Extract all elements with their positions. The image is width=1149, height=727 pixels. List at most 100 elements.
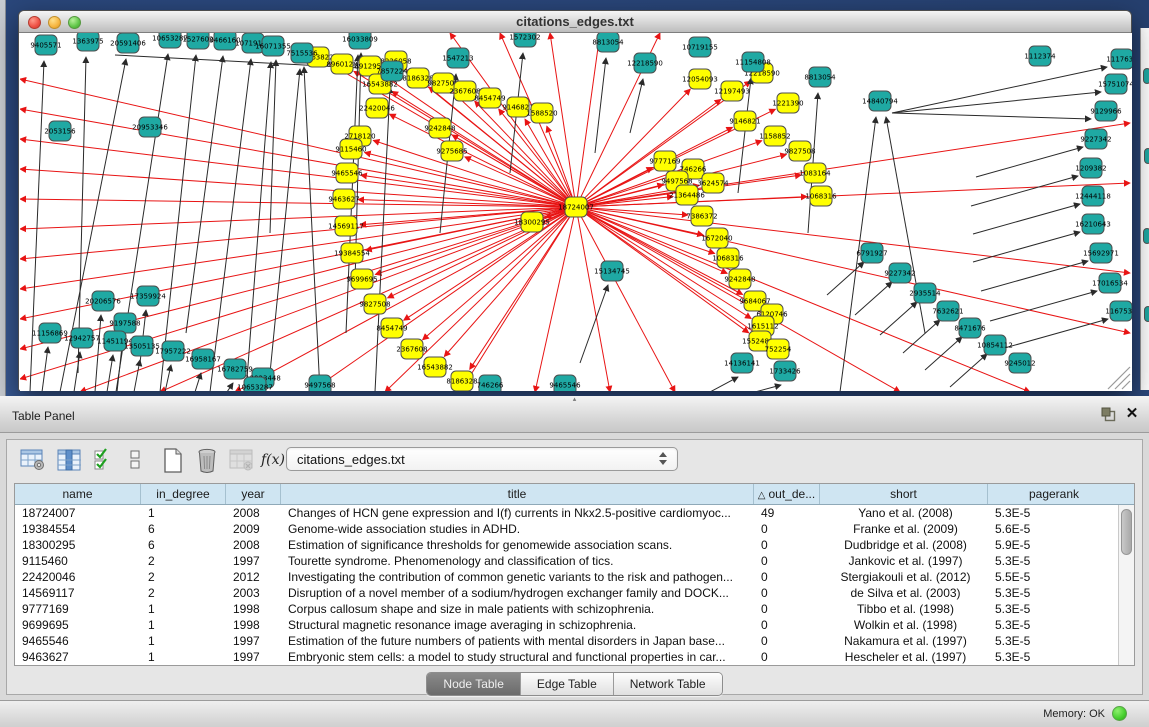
graph-node[interactable]: 20591406 [110, 33, 146, 53]
graph-node[interactable]: 10719155 [682, 37, 718, 57]
graph-node[interactable]: 1221390 [772, 93, 803, 113]
graph-node[interactable]: 14136141 [724, 353, 760, 373]
table-row[interactable]: 1830029562008Estimation of significance … [15, 537, 1118, 553]
graph-node[interactable]: 1363975 [72, 33, 103, 51]
graph-node[interactable]: 7386372 [686, 206, 717, 226]
graph-node[interactable]: 9115460 [335, 139, 366, 159]
graph-node[interactable]: 1112374 [1024, 46, 1056, 66]
select-columns-button[interactable] [88, 446, 118, 474]
graph-node[interactable]: 9227342 [884, 263, 915, 283]
graph-node[interactable]: 16210643 [1075, 214, 1111, 234]
show-columns-button[interactable] [54, 446, 84, 474]
column-header-year[interactable]: year [226, 484, 281, 504]
graph-node[interactable]: 746266 [477, 375, 504, 391]
column-header-title[interactable]: title [281, 484, 754, 504]
panel-splitter-grip[interactable]: ▴ [570, 397, 579, 402]
graph-node[interactable]: 9242848 [724, 269, 755, 289]
graph-node[interactable]: 1068316 [805, 186, 837, 206]
graph-node[interactable]: 9827508 [784, 141, 815, 161]
column-header-short[interactable]: short [820, 484, 988, 504]
float-panel-icon[interactable] [1101, 407, 1116, 422]
graph-node[interactable]: 16543882 [417, 357, 453, 377]
table-panel-header[interactable]: ▴ Table Panel ✕ [0, 396, 1149, 433]
graph-node[interactable]: 9465546 [549, 375, 581, 391]
graph-node[interactable]: 1547213 [442, 48, 473, 68]
create-column-button[interactable] [158, 446, 188, 474]
graph-node[interactable]: 15134745 [594, 261, 630, 281]
graph-node[interactable]: 16033809 [342, 33, 378, 49]
graph-node[interactable]: 12444118 [1075, 186, 1111, 206]
graph-node[interactable]: 3624574 [697, 173, 729, 193]
graph-node[interactable]: 7632621 [932, 301, 963, 321]
graph-node[interactable]: 12054093 [682, 69, 718, 89]
graph-node[interactable]: 8813054 [804, 67, 836, 87]
close-panel-icon[interactable]: ✕ [1124, 405, 1140, 423]
graph-node[interactable]: 752254 [765, 339, 792, 359]
graph-node[interactable]: 9197588 [109, 313, 140, 333]
graph-node[interactable]: 17359924 [130, 286, 166, 306]
graph-node[interactable]: 15751074 [1098, 74, 1132, 94]
graph-node[interactable]: 9463627 [328, 189, 359, 209]
graph-node[interactable]: 8471676 [954, 318, 986, 338]
table-row[interactable]: 969969511998Structural magnetic resonanc… [15, 617, 1118, 633]
graph-node[interactable]: 9405571 [30, 35, 61, 55]
table-row[interactable]: 1456911722003Disruption of a novel membe… [15, 585, 1118, 601]
graph-node[interactable]: 22420046 [359, 98, 395, 118]
tab-node-table[interactable]: Node Table [427, 673, 521, 695]
graph-node[interactable]: 1672040 [701, 228, 732, 248]
graph-node[interactable]: 1572302 [509, 33, 540, 47]
graph-node[interactable]: 1083164 [799, 163, 831, 183]
graph-node[interactable]: 19384554 [334, 243, 370, 263]
graph-node[interactable]: 14569117 [328, 216, 364, 236]
delete-columns-button[interactable] [192, 446, 222, 474]
graph-node[interactable]: 9245012 [1004, 353, 1035, 373]
graph-node[interactable]: 10854112 [977, 335, 1013, 355]
row-mode-button[interactable] [120, 446, 150, 474]
graph-node[interactable]: 14840794 [862, 91, 898, 111]
graph-node[interactable]: 17016534 [1092, 273, 1128, 293]
column-header-name[interactable]: name [15, 484, 141, 504]
graph-node[interactable]: 9777169 [649, 151, 680, 171]
graph-node[interactable]: 1068316 [712, 248, 744, 268]
graph-node[interactable]: 1158852 [759, 126, 790, 146]
graph-node[interactable]: 9827508 [359, 294, 390, 314]
graph-node[interactable]: 15692971 [1083, 243, 1119, 263]
network-canvas[interactable]: 1872400776638228960128891295582260581654… [20, 33, 1132, 391]
table-row[interactable]: 946362711997Embryonic stem cells: a mode… [15, 649, 1118, 665]
graph-node[interactable]: 1209382 [1075, 158, 1106, 178]
column-header-in_degree[interactable]: in_degree [141, 484, 226, 504]
function-builder-button[interactable]: f(x) [258, 446, 288, 474]
graph-node[interactable]: 1117632 [1106, 49, 1132, 69]
graph-node[interactable]: 9227342 [1080, 129, 1111, 149]
graph-node[interactable]: 11156869 [32, 323, 68, 343]
graph-node[interactable]: 9129966 [1090, 101, 1122, 121]
graph-node[interactable]: 8813054 [592, 33, 624, 52]
column-header-pagerank[interactable]: pagerank [988, 484, 1120, 504]
graph-node[interactable]: 20206576 [85, 291, 121, 311]
graph-node[interactable]: 12218590 [627, 53, 663, 73]
graph-node[interactable]: 2367608 [396, 339, 427, 359]
citation-network-graph[interactable]: 1872400776638228960128891295582260581654… [20, 33, 1132, 391]
graph-node[interactable]: 1167532 [1105, 301, 1132, 321]
graph-node[interactable]: 6791927 [856, 243, 887, 263]
graph-node[interactable]: 2935514 [909, 283, 941, 303]
graph-node[interactable]: 1733426 [769, 361, 801, 381]
graph-node[interactable]: 9275685 [436, 141, 467, 161]
graph-node[interactable]: 9699695 [346, 269, 377, 289]
table-row[interactable]: 977716911998Corpus callosum shape and si… [15, 601, 1118, 617]
graph-node[interactable]: 8186328 [446, 371, 477, 391]
graph-node[interactable]: 12197493 [714, 81, 750, 101]
tab-edge-table[interactable]: Edge Table [521, 673, 614, 695]
table-source-select[interactable]: citations_edges.txt [286, 447, 678, 471]
table-row[interactable]: 1872400712008Changes of HCN gene express… [15, 505, 1118, 521]
table-row[interactable]: 911546021997Tourette syndrome. Phenomeno… [15, 553, 1118, 569]
table-row[interactable]: 1938455462009Genome-wide association stu… [15, 521, 1118, 537]
table-row[interactable]: 946554611997Estimation of the future num… [15, 633, 1118, 649]
memory-ok-indicator[interactable] [1112, 706, 1127, 721]
window-titlebar[interactable]: citations_edges.txt [19, 11, 1131, 33]
graph-node[interactable]: 8454749 [474, 88, 505, 108]
table-mode-button[interactable] [18, 446, 48, 474]
graph-node[interactable]: 8960128 [326, 54, 357, 74]
graph-node[interactable]: 1588520 [526, 103, 557, 123]
graph-node[interactable]: 9146821 [729, 111, 760, 131]
